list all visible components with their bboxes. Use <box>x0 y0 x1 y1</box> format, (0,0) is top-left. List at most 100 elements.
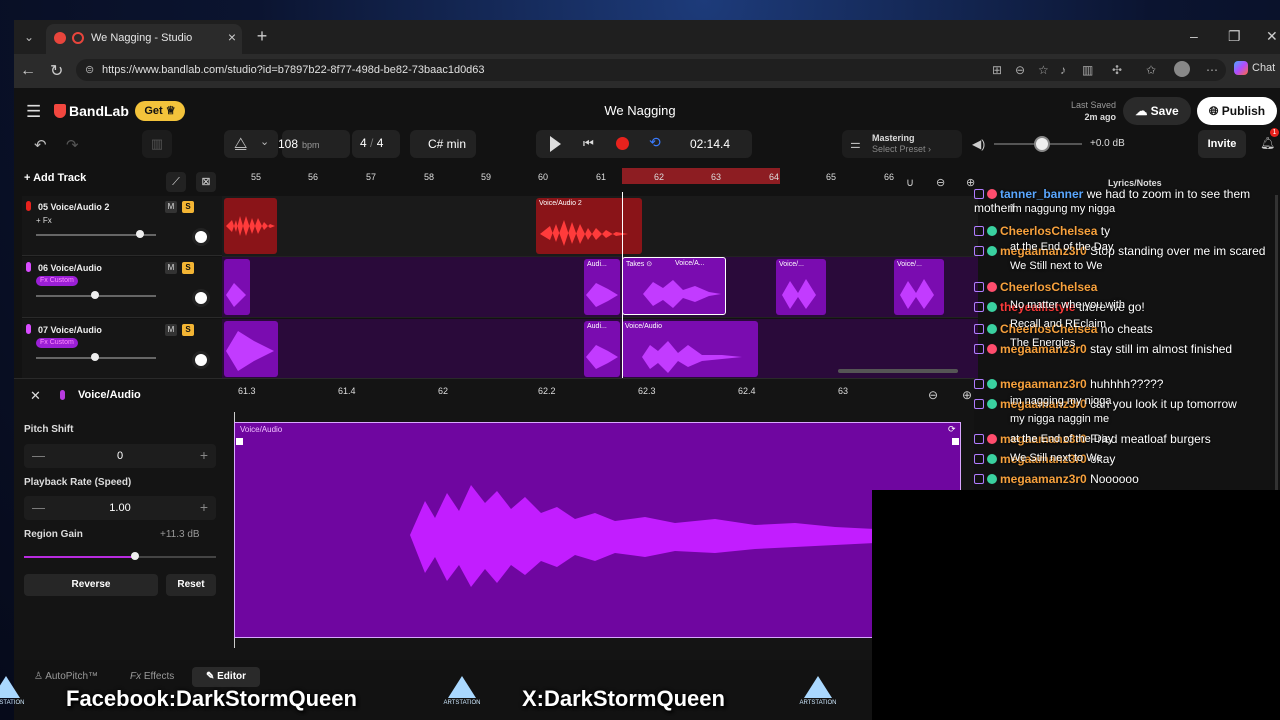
pitch-shift-stepper[interactable]: — 0 + <box>24 444 216 468</box>
horizontal-scrollbar[interactable] <box>838 369 958 373</box>
increment-icon[interactable]: + <box>200 447 208 463</box>
maximize-icon[interactable]: ❐ <box>1228 28 1241 45</box>
mixer-icon[interactable]: ▥ <box>142 130 172 158</box>
reset-button[interactable]: Reset <box>166 574 216 596</box>
close-editor-icon[interactable]: ✕ <box>30 388 41 404</box>
track-volume-knob[interactable] <box>91 291 99 299</box>
audio-clip[interactable]: Audi... <box>584 321 620 377</box>
tab-effects[interactable]: Fx Effects <box>130 671 174 682</box>
takes-label[interactable]: Takes ⊙ <box>626 260 652 268</box>
playhead[interactable] <box>622 192 623 378</box>
zoom-icon[interactable]: ⊖ <box>1015 63 1025 77</box>
audio-clip[interactable] <box>224 198 277 254</box>
audio-clip[interactable] <box>224 321 278 377</box>
track-volume-knob[interactable] <box>136 230 144 238</box>
snap-magnet-icon[interactable]: ∪ <box>906 176 914 189</box>
fade-out-handle[interactable] <box>952 438 959 445</box>
audio-clip[interactable] <box>224 259 250 315</box>
extension-icon[interactable]: ▥ <box>1082 63 1093 77</box>
zoom-out-icon[interactable]: ⊖ <box>936 176 945 189</box>
skip-to-start-icon[interactable]: ⏮ <box>583 136 594 151</box>
tab-editor[interactable]: ✎ Editor <box>192 667 260 687</box>
tab-autopitch[interactable]: ♙ AutoPitch™ <box>34 671 98 682</box>
track-fx-button[interactable]: + Fx <box>36 216 52 225</box>
reverse-button[interactable]: Reverse <box>24 574 158 596</box>
redo-icon[interactable]: ↷ <box>66 136 79 154</box>
favorites-icon[interactable]: ✩ <box>1146 63 1156 77</box>
tab-search-icon[interactable]: ⌄ <box>18 27 40 47</box>
add-track-button[interactable]: + Add Track <box>24 172 104 192</box>
play-button[interactable] <box>550 136 561 152</box>
editor-ruler[interactable] <box>224 380 974 402</box>
record-button[interactable] <box>616 137 629 150</box>
bookmark-star-icon[interactable]: ☆ <box>1038 63 1049 77</box>
editor-zoom-out-icon[interactable]: ⊖ <box>928 388 938 402</box>
puzzle-icon[interactable]: ✣ <box>1112 63 1122 77</box>
back-icon[interactable]: ← <box>20 62 36 80</box>
selected-audio-clip[interactable]: Takes ⊙ Voice/A... <box>622 257 726 315</box>
save-button[interactable]: ☁ Save <box>1123 97 1191 125</box>
metronome-control[interactable] <box>224 130 278 158</box>
more-menu-icon[interactable]: ⋯ <box>1206 63 1218 77</box>
loop-clip-icon[interactable]: ⟳ <box>948 424 956 435</box>
editor-audio-clip[interactable] <box>234 422 961 638</box>
bandlab-logo[interactable]: BandLab <box>54 103 129 119</box>
audio-clip[interactable]: Voice/Audio <box>622 321 758 377</box>
publish-button[interactable]: 🌐︎ Publish <box>1197 97 1277 125</box>
get-membership-button[interactable]: Get ♕ <box>135 101 185 121</box>
reload-icon[interactable]: ↻ <box>50 61 63 81</box>
project-title[interactable]: We Nagging <box>540 103 740 118</box>
editor-zoom-in-icon[interactable]: ⊕ <box>962 388 972 402</box>
chevron-down-icon[interactable]: ⌄ <box>260 135 269 148</box>
profile-avatar[interactable] <box>1174 61 1190 77</box>
loop-icon[interactable]: ⟲ <box>649 134 661 151</box>
region-gain-knob[interactable] <box>131 552 139 560</box>
fit-icon[interactable]: ⊠ <box>196 172 216 192</box>
track-volume-knob[interactable] <box>91 353 99 361</box>
mastering-control[interactable]: ⚌ Mastering Select Preset › <box>842 130 962 158</box>
browser-tab[interactable]: We Nagging - Studio × <box>46 24 242 54</box>
undo-icon[interactable]: ↶ <box>34 136 47 154</box>
mute-button[interactable]: M <box>165 262 177 274</box>
chat-scrollbar[interactable] <box>1275 195 1278 495</box>
invite-button[interactable]: Invite <box>1198 130 1246 158</box>
track-lane-05[interactable]: Voice/Audio 2 <box>222 196 978 257</box>
audio-clip[interactable]: Voice/... <box>894 259 944 315</box>
url-field[interactable]: ⊜ https://www.bandlab.com/studio?id=b789… <box>76 59 1226 81</box>
solo-button[interactable]: S <box>182 324 194 336</box>
audio-clip[interactable]: Voice/... <box>776 259 826 315</box>
audio-clip[interactable]: Audi... <box>584 259 620 315</box>
notification-bell-icon[interactable]: 🔔︎ <box>1260 136 1275 150</box>
solo-button[interactable]: S <box>182 201 194 213</box>
track-lane-06[interactable]: Audi... Takes ⊙ Voice/A... Voice/... Voi… <box>222 257 978 318</box>
menu-icon[interactable]: ☰ <box>26 102 41 122</box>
close-tab-icon[interactable]: × <box>228 29 236 45</box>
volume-icon[interactable]: ◀︎) <box>972 137 985 151</box>
increment-icon[interactable]: + <box>200 499 208 515</box>
copilot-chat-button[interactable]: Chat <box>1234 61 1275 75</box>
minimize-icon[interactable]: – <box>1190 28 1198 44</box>
track-header-07[interactable]: 07 Voice/Audio Fx Custom M S <box>22 319 222 379</box>
loop-region[interactable] <box>622 168 780 184</box>
site-info-icon[interactable]: ⊜ <box>85 63 94 76</box>
track-header-05[interactable]: 05 Voice/Audio 2 + Fx M S <box>22 196 222 256</box>
mute-button[interactable]: M <box>165 324 177 336</box>
microphone-icon[interactable]: ♪ <box>1060 63 1066 77</box>
master-volume-knob[interactable] <box>1034 136 1050 152</box>
close-window-icon[interactable]: ✕ <box>1266 28 1278 45</box>
new-tab-button[interactable]: + <box>252 26 272 46</box>
audio-clip[interactable]: Voice/Audio 2 <box>536 198 642 254</box>
chat-text: stay still im almost finished <box>1090 342 1233 356</box>
track-fx-button[interactable]: Fx Custom <box>36 276 78 286</box>
solo-button[interactable]: S <box>182 262 194 274</box>
pan-knob[interactable] <box>192 289 210 307</box>
install-app-icon[interactable]: ⊞ <box>992 63 1002 77</box>
track-header-06[interactable]: 06 Voice/Audio Fx Custom M S <box>22 257 222 318</box>
fade-in-handle[interactable] <box>236 438 243 445</box>
track-fx-button[interactable]: Fx Custom <box>36 338 78 348</box>
pan-knob[interactable] <box>192 351 210 369</box>
pan-knob[interactable] <box>192 228 210 246</box>
playback-rate-stepper[interactable]: — 1.00 + <box>24 496 216 520</box>
mute-button[interactable]: M <box>165 201 177 213</box>
tuner-icon[interactable]: ⟋ <box>166 172 186 192</box>
